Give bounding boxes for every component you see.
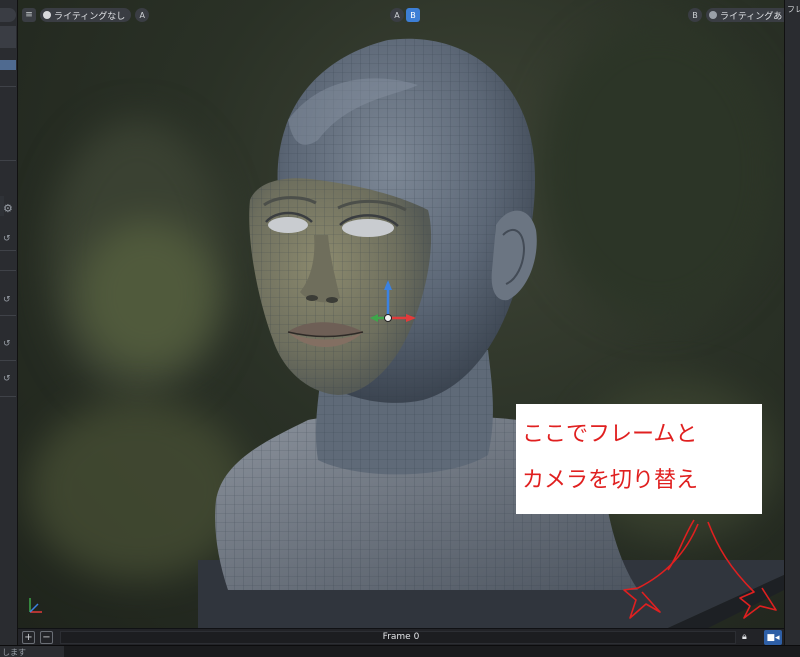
camera-a-badge[interactable]: A (135, 8, 150, 22)
lighting-toggle-label: ライティングなし (54, 11, 126, 22)
lighting-toggle-left[interactable]: ライティングなし (40, 8, 132, 22)
camera-icon[interactable]: ■◂ (764, 630, 782, 645)
reset-icon[interactable]: ↺ (3, 234, 11, 244)
annotation-line-2: カメラを切り替え (522, 468, 699, 493)
reset-icon[interactable]: ↺ (3, 339, 11, 349)
annotation-box: ここでフレームと カメラを切り替え (516, 404, 762, 514)
axis-indicator-icon (29, 598, 42, 613)
left-panel-divider (0, 250, 16, 251)
annotation-line-1: ここでフレームと (522, 422, 698, 447)
timeline-bar: + − Frame 0 🔒︎ ■◂ (18, 628, 784, 645)
left-panel-header (0, 26, 16, 48)
lighting-toggle-label: ライティングあり (720, 11, 784, 22)
right-panel-tab-label[interactable]: フレ (787, 4, 800, 15)
3d-viewport[interactable]: ≡ ライティングなし A A B B ライティングあり ≡ ここでフレームと カ… (18, 0, 784, 628)
left-panel-divider (0, 315, 16, 316)
reset-icon[interactable]: ↺ (3, 374, 11, 384)
left-panel-selected-item[interactable] (0, 60, 16, 70)
frame-label: Frame 0 (382, 632, 420, 642)
view-b-button[interactable]: B (406, 8, 420, 22)
hamburger-icon[interactable]: ≡ (22, 8, 36, 22)
left-panel-tab (0, 196, 4, 216)
gear-icon[interactable]: ⚙ (3, 202, 13, 215)
reset-icon[interactable]: ↺ (3, 295, 11, 305)
left-panel-divider (0, 160, 16, 161)
left-panel: ⚙ ↺ ↺ ↺ ↺ (0, 0, 18, 645)
left-panel-divider (0, 86, 16, 87)
view-a-button[interactable]: A (390, 8, 404, 22)
left-panel-search-field[interactable] (0, 8, 16, 22)
left-panel-divider (0, 396, 16, 397)
lock-icon[interactable]: 🔒︎ (742, 632, 747, 642)
lighting-toggle-dot (43, 11, 51, 19)
status-bar: します (0, 645, 800, 657)
scene-render (29, 38, 784, 628)
lighting-toggle-dot (709, 11, 717, 19)
right-eye (342, 219, 394, 237)
left-eye (268, 217, 308, 233)
right-panel: フレ (784, 0, 800, 645)
left-panel-divider (0, 360, 16, 361)
lighting-toggle-right[interactable]: ライティングあり (706, 8, 784, 22)
camera-b-badge[interactable]: B (688, 8, 702, 22)
left-panel-divider (0, 270, 16, 271)
status-text: します (2, 648, 26, 657)
